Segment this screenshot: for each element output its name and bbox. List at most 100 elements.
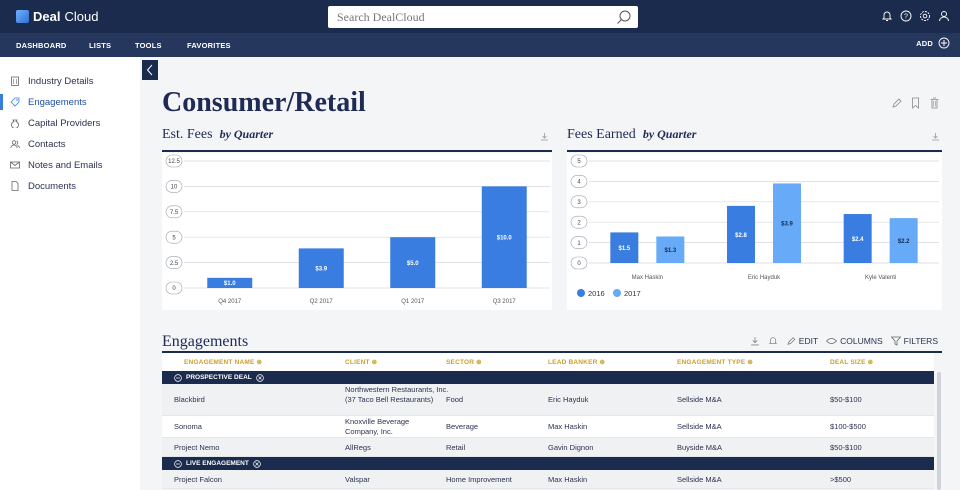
cell-client: Knoxville Beverage Company, Inc. — [345, 417, 410, 436]
x-tick-label: Max Haskin — [632, 275, 663, 281]
search-box[interactable]: Search DealCloud — [328, 6, 638, 28]
data-label: $10.0 — [497, 236, 513, 242]
sidebar-item-notes-and-emails[interactable]: Notes and Emails — [10, 156, 102, 174]
cell-sector: Retail — [446, 443, 466, 452]
sidebar-item-engagements[interactable]: Engagements — [10, 93, 87, 111]
group-header-prospective-deal[interactable]: PROSPECTIVE DEAL — [162, 371, 934, 384]
edit-button[interactable]: EDIT — [786, 336, 818, 346]
top-icons: ? — [881, 10, 950, 22]
column-header-lead-banker[interactable]: LEAD BANKER ⊛ — [548, 358, 605, 366]
sidebar-item-industry-details[interactable]: Industry Details — [10, 72, 93, 90]
sidebar-item-label: Industry Details — [28, 75, 94, 87]
column-header-engagement-name[interactable]: ENGAGEMENT NAME ⊛ — [184, 358, 262, 366]
engagements-title: Engagements — [162, 333, 249, 350]
est-fees-panel: 0 2.5 5 7.5 10 12.5 $1.0 Q4 2017 $3.9 Q2 2017 $5.0… — [162, 153, 552, 310]
data-label: $5.0 — [407, 261, 419, 267]
columns-button[interactable]: COLUMNS — [826, 336, 883, 346]
legend-label: 2017 — [624, 289, 641, 298]
cell-engagement-type: Sellside M&A — [677, 422, 722, 431]
collapse-circle-icon[interactable] — [174, 373, 182, 382]
cell-engagement-name[interactable]: Project Nemo — [174, 443, 219, 453]
bell-icon[interactable] — [881, 10, 893, 22]
column-header-sector[interactable]: SECTOR ⊛ — [446, 358, 482, 366]
sidebar-item-label: Documents — [28, 180, 77, 192]
top-bar: Deal Cloud Search DealCloud ? — [0, 0, 960, 33]
data-label: $2.2 — [898, 239, 910, 245]
nav-lists[interactable]: LISTS — [89, 41, 111, 50]
cell-engagement-name[interactable]: Project Falcon — [174, 475, 222, 485]
cell-deal-size: $100-$500 — [830, 422, 866, 431]
add-button[interactable]: ADD — [916, 37, 950, 49]
nav-favorites[interactable]: FAVORITES — [187, 41, 231, 50]
sidebar-item-label: Notes and Emails — [28, 159, 103, 171]
group-header-live-engagement[interactable]: LIVE ENGAGEMENT — [162, 457, 934, 470]
filters-button[interactable]: FILTERS — [890, 336, 938, 346]
columns-label: COLUMNS — [840, 336, 883, 346]
column-header-deal-size[interactable]: DEAL SIZE ⊛ — [830, 358, 873, 366]
cell-lead-banker: Max Haskin — [548, 422, 588, 431]
y-tick-label: 12.5 — [168, 159, 180, 165]
column-header-client[interactable]: CLIENT ⊛ — [345, 358, 377, 366]
est-fees-divider — [162, 150, 552, 152]
fees-earned-title-text: Fees Earned — [567, 127, 636, 142]
close-circle-icon[interactable] — [255, 373, 264, 382]
cell-engagement-name[interactable]: Sonoma — [174, 422, 202, 432]
search-input[interactable]: Search DealCloud — [337, 10, 425, 25]
legend-swatch — [577, 289, 585, 297]
x-tick-label: Q1 2017 — [401, 299, 425, 305]
dealcloud-logo[interactable]: Deal Cloud — [16, 9, 98, 24]
cell-client: Northwestern Restaurants, Inc. (37 Taco … — [345, 385, 449, 404]
page-title: Consumer/Retail — [162, 87, 366, 118]
y-tick-label: 2.5 — [170, 261, 179, 267]
table-row[interactable]: Project Nemo AllRegs Retail Gavin Dignon… — [162, 438, 934, 457]
help-icon[interactable]: ? — [900, 10, 912, 22]
x-tick-label: Q4 2017 — [218, 299, 242, 305]
table-row[interactable]: Blackbird Northwestern Restaurants, Inc.… — [162, 384, 934, 416]
est-fees-title-text: Est. Fees — [162, 127, 213, 142]
edit-pencil-icon[interactable] — [891, 97, 902, 109]
user-icon[interactable] — [938, 10, 950, 22]
cell-engagement-name[interactable]: Blackbird — [174, 395, 205, 405]
cell-deal-size: $50-$100 — [830, 443, 862, 452]
building-icon — [11, 76, 19, 86]
settings-icon[interactable] — [919, 10, 931, 22]
sidebar: Industry Details Engagements Capital Pro… — [0, 57, 140, 490]
trash-icon[interactable] — [929, 97, 940, 109]
pencil-icon — [787, 337, 796, 345]
bookmark-icon[interactable] — [910, 97, 921, 109]
document-icon — [11, 181, 19, 191]
legend-label: 2016 — [588, 289, 605, 298]
nav-tools[interactable]: TOOLS — [135, 41, 162, 50]
people-icon — [10, 140, 20, 149]
bell-icon[interactable] — [768, 336, 778, 346]
group-label: PROSPECTIVE DEAL — [186, 374, 252, 381]
sidebar-collapse-button[interactable] — [142, 60, 158, 80]
sidebar-item-capital-providers[interactable]: Capital Providers — [10, 114, 100, 132]
download-icon[interactable] — [540, 132, 549, 141]
cell-lead-banker: Gavin Dignon — [548, 443, 594, 452]
main-nav: DASHBOARD LISTS TOOLS FAVORITES ADD — [0, 33, 960, 57]
download-icon[interactable] — [931, 132, 940, 141]
collapse-circle-icon[interactable] — [174, 459, 182, 468]
search-icon[interactable] — [616, 9, 632, 25]
nav-dashboard[interactable]: DASHBOARD — [16, 41, 67, 50]
table-row[interactable]: Sonoma Knoxville Beverage Company, Inc. … — [162, 416, 934, 438]
engagements-toolbar: EDIT COLUMNS FILTERS — [750, 336, 938, 346]
cell-lead-banker: Eric Hayduk — [548, 395, 589, 404]
download-icon[interactable] — [750, 336, 760, 346]
cell-client: AllRegs — [345, 443, 371, 452]
sidebar-item-contacts[interactable]: Contacts — [10, 135, 66, 153]
fees-earned-title: Fees Earned by Quarter — [567, 127, 696, 143]
table-row[interactable]: Project Falcon Valspar Home Improvement … — [162, 470, 934, 489]
x-tick-label: Q2 2017 — [310, 299, 334, 305]
cell-engagement-type: Sellside M&A — [677, 475, 722, 484]
plus-circle-icon — [938, 37, 950, 49]
column-header-engagement-type[interactable]: ENGAGEMENT TYPE ⊛ — [677, 358, 753, 366]
close-circle-icon[interactable] — [253, 459, 261, 468]
cell-engagement-type: Sellside M&A — [677, 395, 722, 404]
sidebar-item-documents[interactable]: Documents — [10, 177, 76, 195]
data-label: $1.5 — [618, 246, 630, 252]
y-tick-label: 10 — [171, 185, 178, 191]
table-scrollbar[interactable] — [937, 372, 941, 490]
x-tick-label: Eric Hayduk — [748, 275, 781, 281]
